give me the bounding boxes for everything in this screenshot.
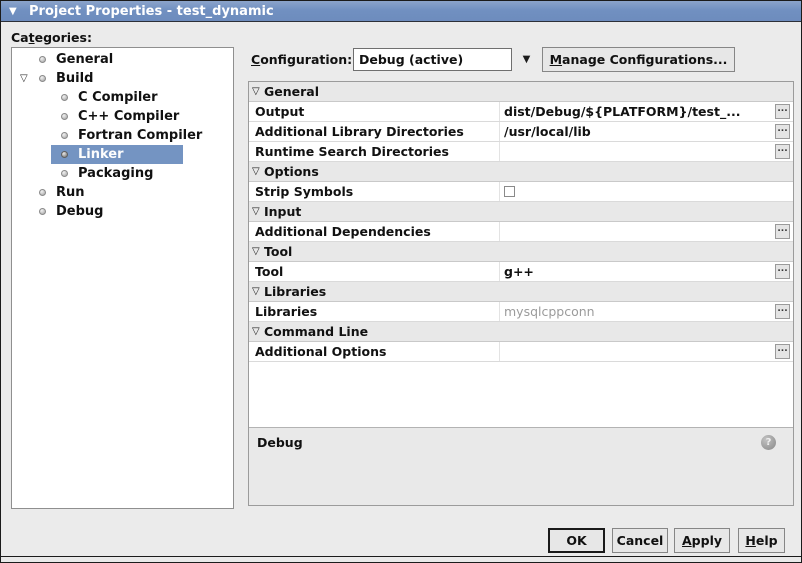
section-tool[interactable]: ▽ Tool: [249, 242, 793, 262]
collapse-icon: ▽: [252, 322, 260, 341]
node-icon: [61, 151, 68, 158]
node-icon: [61, 94, 68, 101]
browse-button[interactable]: ...: [775, 104, 790, 119]
row-runtime-search-directories: Runtime Search Directories ...: [249, 142, 793, 162]
section-general[interactable]: ▽ General: [249, 82, 793, 102]
apply-button[interactable]: Apply: [674, 528, 730, 553]
collapse-icon: ▽: [252, 242, 260, 261]
tree-item-build[interactable]: ▽ Build: [12, 69, 233, 88]
window-title: Project Properties - test_dynamic: [29, 1, 274, 22]
row-output: Output dist/Debug/${PLATFORM}/test_... .…: [249, 102, 793, 122]
strip-symbols-checkbox[interactable]: [504, 186, 515, 197]
sheet-empty-area: [249, 362, 793, 427]
node-icon: [39, 208, 46, 215]
tree-item-c-compiler[interactable]: C Compiler: [12, 88, 233, 107]
combobox-dropdown-icon[interactable]: ▼: [516, 48, 537, 71]
configuration-combobox[interactable]: Debug (active): [353, 48, 512, 71]
collapse-icon: ▽: [252, 162, 260, 181]
tree-item-cpp-compiler[interactable]: C++ Compiler: [12, 107, 233, 126]
section-options[interactable]: ▽ Options: [249, 162, 793, 182]
browse-button[interactable]: ...: [775, 124, 790, 139]
node-icon: [39, 56, 46, 63]
cancel-button[interactable]: Cancel: [612, 528, 668, 553]
tree-item-packaging[interactable]: Packaging: [12, 164, 233, 183]
manage-configurations-button[interactable]: Manage Configurations...: [542, 47, 735, 72]
help-icon[interactable]: ?: [761, 435, 776, 450]
node-icon: [61, 132, 68, 139]
row-libraries: Libraries mysqlcppconn ...: [249, 302, 793, 322]
node-icon: [39, 75, 46, 82]
browse-button[interactable]: ...: [775, 224, 790, 239]
section-command-line[interactable]: ▽ Command Line: [249, 322, 793, 342]
tool-value[interactable]: g++: [504, 262, 772, 281]
ok-button[interactable]: OK: [548, 528, 605, 553]
tree-item-run[interactable]: Run: [12, 183, 233, 202]
additional-library-directories-value[interactable]: /usr/local/lib: [504, 122, 772, 141]
section-input[interactable]: ▽ Input: [249, 202, 793, 222]
output-value[interactable]: dist/Debug/${PLATFORM}/test_...: [504, 102, 772, 121]
section-libraries[interactable]: ▽ Libraries: [249, 282, 793, 302]
categories-tree: General ▽ Build C Compiler C++ Compiler …: [11, 47, 234, 509]
row-additional-library-directories: Additional Library Directories /usr/loca…: [249, 122, 793, 142]
property-info-panel: Debug ?: [249, 427, 793, 505]
title-bar: ▼ Project Properties - test_dynamic: [1, 1, 801, 22]
browse-button[interactable]: ...: [775, 144, 790, 159]
row-additional-dependencies: Additional Dependencies ...: [249, 222, 793, 242]
collapse-icon: ▽: [252, 282, 260, 301]
browse-button[interactable]: ...: [775, 344, 790, 359]
collapse-icon: ▽: [252, 202, 260, 221]
node-icon: [61, 113, 68, 120]
expander-icon[interactable]: ▽: [20, 69, 28, 88]
tree-item-fortran-compiler[interactable]: Fortran Compiler: [12, 126, 233, 145]
tree-item-debug[interactable]: Debug: [12, 202, 233, 221]
node-icon: [39, 189, 46, 196]
window-resize-edge[interactable]: [1, 556, 801, 562]
collapse-icon: ▽: [252, 82, 260, 101]
browse-button[interactable]: ...: [775, 304, 790, 319]
window-collapse-icon[interactable]: ▼: [9, 1, 17, 22]
project-properties-dialog: ▼ Project Properties - test_dynamic Cate…: [0, 0, 802, 563]
help-button[interactable]: Help: [738, 528, 785, 553]
info-title: Debug: [257, 435, 303, 450]
row-additional-options: Additional Options ...: [249, 342, 793, 362]
property-sheet: ▽ General Output dist/Debug/${PLATFORM}/…: [248, 81, 794, 506]
row-strip-symbols: Strip Symbols: [249, 182, 793, 202]
row-tool: Tool g++ ...: [249, 262, 793, 282]
libraries-value[interactable]: mysqlcppconn: [504, 302, 772, 321]
tree-item-linker[interactable]: Linker: [12, 145, 233, 164]
browse-button[interactable]: ...: [775, 264, 790, 279]
categories-label: Categories:: [11, 30, 92, 45]
tree-item-general[interactable]: General: [12, 50, 233, 69]
node-icon: [61, 170, 68, 177]
configuration-label: Configuration:: [251, 48, 352, 71]
